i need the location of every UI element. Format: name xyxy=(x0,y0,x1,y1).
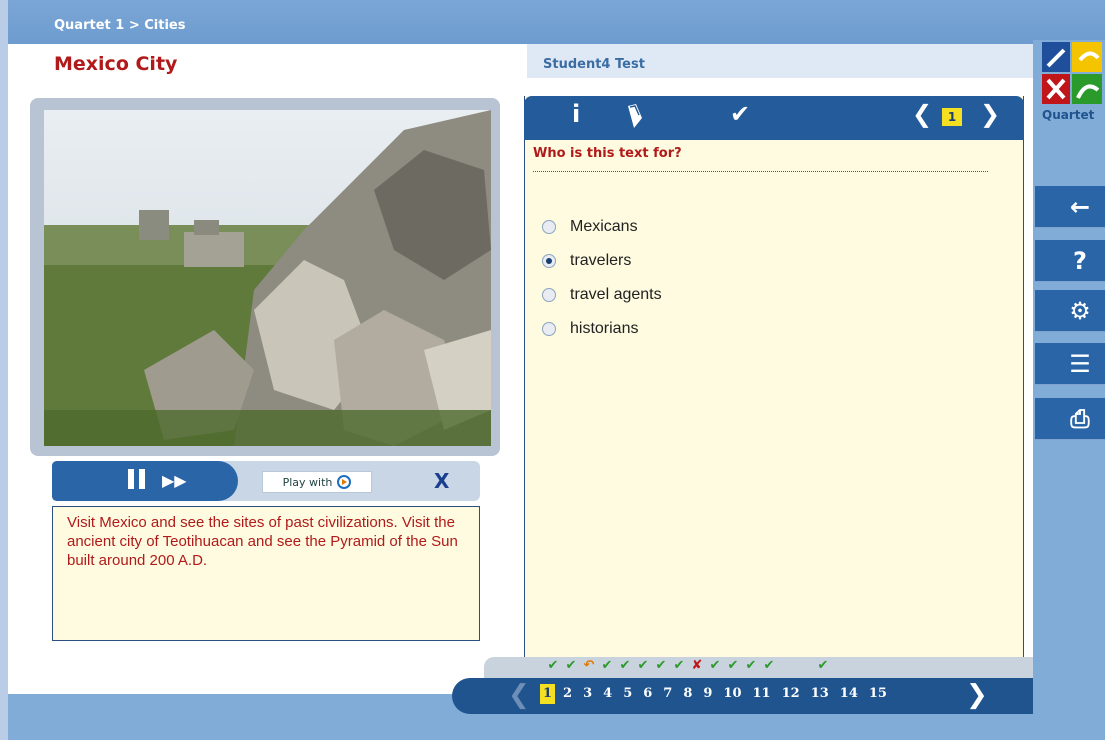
page-link[interactable]: 10 xyxy=(720,684,744,704)
page-link[interactable]: 7 xyxy=(660,684,675,704)
status-mark: ↶ xyxy=(583,658,595,673)
status-mark: ✔ xyxy=(601,658,613,673)
progress-marks: ✔ ✔ ↶ ✔ ✔ ✔ ✔ ✔ ✘ ✔ ✔ ✔ ✔ ✔ xyxy=(544,658,832,673)
top-bar: Quartet 1 > Cities xyxy=(8,0,1105,44)
page-link[interactable]: 5 xyxy=(620,684,635,704)
media-player-icon xyxy=(337,475,352,489)
status-mark: ✘ xyxy=(691,658,703,673)
answer-option[interactable]: Mexicans xyxy=(542,210,662,244)
print-icon[interactable]: ⎙ xyxy=(1035,398,1105,440)
tools-icon[interactable]: ☰ xyxy=(1035,343,1105,385)
page-link[interactable]: 6 xyxy=(640,684,655,704)
page-link[interactable]: 2 xyxy=(560,684,575,704)
page-link[interactable]: 11 xyxy=(750,684,774,704)
quiz-panel xyxy=(524,96,1024,662)
status-mark: ✔ xyxy=(619,658,631,673)
settings-icon[interactable]: ⚙ xyxy=(1035,290,1105,332)
status-mark: ✔ xyxy=(709,658,721,673)
answer-label: travelers xyxy=(570,252,632,269)
video-player[interactable] xyxy=(44,110,491,446)
answer-option[interactable]: travelers xyxy=(542,244,662,278)
answer-label: travel agents xyxy=(570,286,662,303)
prev-question-icon[interactable]: ❮ xyxy=(912,100,932,128)
question-text: Who is this text for? xyxy=(533,146,682,161)
status-mark xyxy=(778,658,814,673)
next-question-icon[interactable]: ❯ xyxy=(980,100,1000,128)
answer-options: Mexicans travelers travel agents histori… xyxy=(542,210,662,346)
page-link[interactable]: 12 xyxy=(779,684,803,704)
quiz-toolbar: i ✔ ❮ 1 ❯ xyxy=(524,96,1024,140)
page-link[interactable]: 15 xyxy=(866,684,890,704)
status-mark: ✔ xyxy=(763,658,775,673)
radio-button-selected[interactable] xyxy=(542,254,556,268)
status-mark: ✔ xyxy=(547,658,559,673)
fast-forward-button[interactable]: ▶▶ xyxy=(162,471,192,491)
answer-option[interactable]: historians xyxy=(542,312,662,346)
page-link[interactable]: 9 xyxy=(700,684,715,704)
play-with-button[interactable]: Play with xyxy=(262,471,372,493)
page-link[interactable]: 3 xyxy=(580,684,595,704)
status-mark: ✔ xyxy=(673,658,685,673)
pause-button[interactable] xyxy=(122,469,150,493)
media-controls: ▶▶ Play with X xyxy=(52,461,480,501)
page-link[interactable]: 4 xyxy=(600,684,615,704)
back-icon[interactable]: ← xyxy=(1035,186,1105,228)
status-mark: ✔ xyxy=(817,658,829,673)
page-title: Mexico City xyxy=(54,53,178,75)
pager-next-icon[interactable]: ❯ xyxy=(966,680,988,710)
radio-button[interactable] xyxy=(542,220,556,234)
status-mark: ✔ xyxy=(745,658,757,673)
check-icon[interactable]: ✔ xyxy=(730,100,750,128)
status-mark: ✔ xyxy=(637,658,649,673)
status-mark: ✔ xyxy=(727,658,739,673)
status-mark: ✔ xyxy=(655,658,667,673)
close-media-button[interactable]: X xyxy=(434,469,449,493)
video-still xyxy=(44,110,491,446)
question-divider xyxy=(533,171,988,172)
help-icon[interactable]: ? xyxy=(1035,240,1105,282)
pager-numbers: 1 2 3 4 5 6 7 8 9 10 11 12 13 14 15 xyxy=(540,684,895,704)
page-link[interactable]: 13 xyxy=(808,684,832,704)
answer-option[interactable]: travel agents xyxy=(542,278,662,312)
student-name: Student4 Test xyxy=(543,57,645,72)
bottom-bar xyxy=(8,694,452,740)
page-link[interactable]: 8 xyxy=(680,684,695,704)
status-mark: ✔ xyxy=(565,658,577,673)
info-icon[interactable]: i xyxy=(572,100,580,128)
play-with-label: Play with xyxy=(282,475,333,489)
current-question-badge: 1 xyxy=(942,108,962,126)
radio-button[interactable] xyxy=(542,322,556,336)
eraser-icon[interactable] xyxy=(624,102,646,136)
right-sidebar xyxy=(1033,40,1105,740)
answer-label: Mexicans xyxy=(570,218,638,235)
media-controls-main: ▶▶ xyxy=(52,461,238,501)
page-link-current[interactable]: 1 xyxy=(540,684,556,704)
pager-prev-icon[interactable]: ❮ xyxy=(508,680,530,710)
radio-button[interactable] xyxy=(542,288,556,302)
passage-text: Visit Mexico and see the sites of past c… xyxy=(52,506,480,641)
page-link[interactable]: 14 xyxy=(837,684,861,704)
answer-label: historians xyxy=(570,320,639,337)
logo-text: Quartet xyxy=(1042,108,1095,122)
breadcrumb: Quartet 1 > Cities xyxy=(54,18,186,33)
